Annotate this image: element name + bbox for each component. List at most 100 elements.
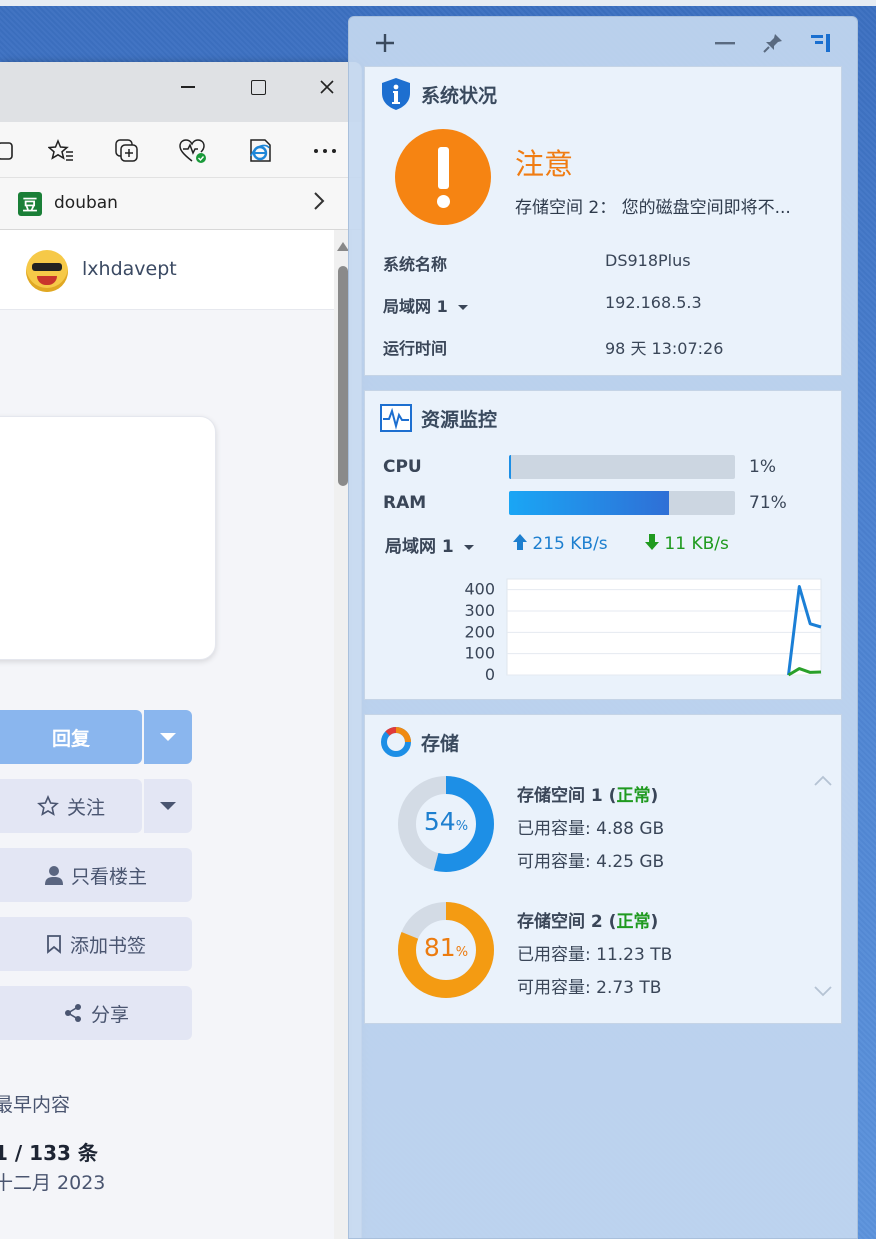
lan-selector[interactable]: 局域网 1 xyxy=(383,293,468,317)
share-button[interactable]: 分享 xyxy=(0,986,192,1040)
share-label: 分享 xyxy=(90,1003,129,1026)
caret-down-icon xyxy=(160,733,176,741)
favorites-star-icon[interactable] xyxy=(44,134,78,168)
douban-logo-icon[interactable]: 豆 xyxy=(18,192,42,216)
scroll-down-chevron-icon[interactable] xyxy=(813,985,833,997)
more-options-icon[interactable] xyxy=(308,134,342,168)
pin-icon[interactable] xyxy=(759,29,787,57)
volume2-percent-symbol: % xyxy=(455,945,469,960)
chart-y-tick-label: 400 xyxy=(464,580,495,599)
split-screen-icon[interactable] xyxy=(0,134,24,168)
ram-usage-bar xyxy=(509,491,735,515)
warning-icon xyxy=(395,129,491,225)
favorites-more-chevron-icon[interactable] xyxy=(312,190,326,218)
chart-y-tick-label: 0 xyxy=(485,665,495,681)
ie-mode-icon[interactable] xyxy=(242,134,276,168)
upload-arrow-icon xyxy=(513,534,527,550)
chart-y-tick-label: 300 xyxy=(464,601,495,620)
upload-speed: 215 KB/s xyxy=(513,534,608,554)
maximize-button[interactable] xyxy=(235,72,281,102)
post-count: 1 / 133 条 xyxy=(0,1141,98,1165)
volume1-percent-number: 54 xyxy=(423,807,456,836)
volume1-percent: 54% xyxy=(397,807,495,836)
only-op-label: 只看楼主 xyxy=(70,865,147,888)
system-status-title: 系统状况 xyxy=(421,85,498,107)
info-shield-icon xyxy=(382,78,410,110)
ram-percent: 71% xyxy=(749,493,787,513)
username[interactable]: lxhdavept xyxy=(82,258,177,280)
resource-monitor-icon xyxy=(380,404,412,432)
scroll-up-chevron-icon[interactable] xyxy=(813,775,833,787)
cpu-label: CPU xyxy=(383,457,422,477)
volume2-percent: 81% xyxy=(397,933,495,962)
download-speed: 11 KB/s xyxy=(645,534,729,554)
add-widget-icon[interactable] xyxy=(371,29,399,57)
volume1-free: 可用容量: 4.25 GB xyxy=(517,852,665,872)
scrollbar-thumb[interactable] xyxy=(338,266,348,486)
caret-down-icon xyxy=(457,305,468,310)
cpu-usage-fill xyxy=(509,455,512,479)
storage-donut-icon xyxy=(381,726,411,757)
resource-monitor-widget: 资源监控 CPU 1% RAM 71% 局域网 1 215 KB/s 11 KB… xyxy=(364,390,842,700)
follow-options-button[interactable] xyxy=(144,779,192,833)
collections-icon[interactable] xyxy=(110,134,144,168)
avatar[interactable] xyxy=(26,250,68,292)
download-arrow-icon xyxy=(645,534,659,550)
earliest-content-link[interactable]: 最早内容 xyxy=(0,1090,70,1117)
system-status-widget: 系统状况 注意 存储空间 2： 您的磁盘空间即将不... 系统名称 DS918P… xyxy=(364,66,842,376)
volume2-status: 正常 xyxy=(616,912,651,932)
chart-y-tick-label: 200 xyxy=(464,622,495,641)
minimize-panel-icon[interactable] xyxy=(711,29,739,57)
user-header: lxhdavept xyxy=(0,230,334,310)
post-date: 十二月 2023 xyxy=(0,1172,106,1194)
network-selector[interactable]: 局域网 1 xyxy=(385,532,474,557)
download-speed-value: 11 KB/s xyxy=(664,534,729,554)
uptime-label: 运行时间 xyxy=(383,339,448,358)
uptime-value: 98 天 13:07:26 xyxy=(605,339,724,358)
browser-essentials-icon[interactable] xyxy=(176,134,210,168)
lan-ip-value: 192.168.5.3 xyxy=(605,293,702,312)
web-page: lxhdavept 回复 关注 只看楼主 添加书签 分享 最早内容 1 / 13… xyxy=(0,230,361,1239)
volume2-name[interactable]: 存储空间 2 (正常) xyxy=(517,907,658,932)
storage-widget: 存储 54% 存储空间 1 (正常) 已用容量: 4.88 GB 可用容量: 4… xyxy=(364,714,842,1024)
favorite-douban[interactable]: douban xyxy=(54,193,118,213)
volume1-name-label: 存储空间 1 xyxy=(517,786,603,806)
minimize-button[interactable] xyxy=(165,72,211,102)
add-bookmark-label: 添加书签 xyxy=(69,934,146,957)
browser-titlebar[interactable] xyxy=(0,62,361,122)
ram-usage-fill xyxy=(509,491,670,515)
dock-panel-icon[interactable] xyxy=(807,29,835,57)
volume1-used: 已用容量: 4.88 GB xyxy=(517,819,665,839)
resource-monitor-title: 资源监控 xyxy=(421,409,498,431)
caret-down-icon xyxy=(463,544,474,550)
chart-y-tick-label: 100 xyxy=(464,644,495,663)
browser-toolbar xyxy=(0,122,361,178)
add-bookmark-button[interactable]: 添加书签 xyxy=(0,917,192,971)
user-icon xyxy=(44,865,63,885)
network-traffic-chart: 400 300 200 100 0 xyxy=(464,578,822,681)
reply-options-button[interactable] xyxy=(144,710,192,764)
volume2-free: 可用容量: 2.73 TB xyxy=(517,978,662,998)
only-op-button[interactable]: 只看楼主 xyxy=(0,848,192,902)
chart-plot-area xyxy=(506,578,822,676)
upload-speed-value: 215 KB/s xyxy=(532,534,608,554)
storage-title: 存储 xyxy=(421,733,460,755)
alert-title: 注意 xyxy=(515,147,574,181)
follow-button[interactable]: 关注 xyxy=(0,779,142,833)
ram-label: RAM xyxy=(383,493,427,513)
bookmark-icon xyxy=(46,934,62,954)
cpu-usage-bar xyxy=(509,455,735,479)
reply-button[interactable]: 回复 xyxy=(0,710,142,764)
browser-window: 豆 douban lxhdavept 回复 关注 只看楼主 添加书签 分享 最早… xyxy=(0,62,362,1239)
follow-label: 关注 xyxy=(66,796,105,819)
volume1-name[interactable]: 存储空间 1 (正常) xyxy=(517,781,658,806)
network-label: 局域网 1 xyxy=(385,537,454,557)
favorites-bar: 豆 douban xyxy=(0,178,361,230)
reply-label: 回复 xyxy=(51,727,90,750)
volume2-percent-number: 81 xyxy=(423,933,456,962)
close-button[interactable] xyxy=(304,72,350,102)
alert-message[interactable]: 存储空间 2： 您的磁盘空间即将不... xyxy=(515,193,791,218)
volume1-status: 正常 xyxy=(616,786,651,806)
post-card xyxy=(0,416,216,660)
volume2-used: 已用容量: 11.23 TB xyxy=(517,945,673,965)
